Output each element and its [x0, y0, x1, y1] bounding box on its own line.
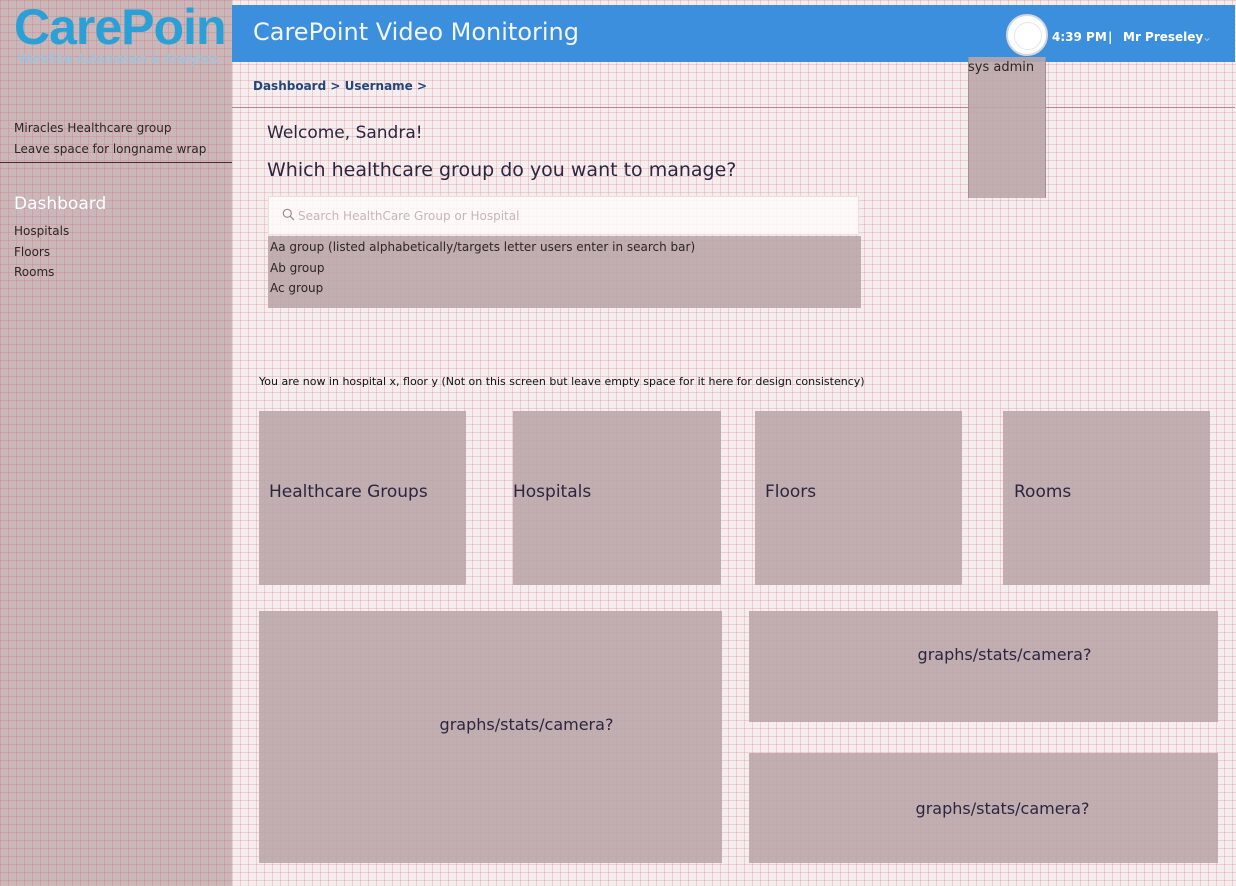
- sidebar-item-floors[interactable]: Floors: [14, 245, 50, 259]
- tile-floors[interactable]: Floors: [755, 411, 962, 585]
- page-question: Which healthcare group do you want to ma…: [267, 159, 737, 181]
- sidebar-item-hospitals[interactable]: Hospitals: [14, 224, 69, 238]
- header-separator: |: [1108, 30, 1113, 44]
- panel-placeholder-label: graphs/stats/camera?: [917, 645, 1092, 664]
- panel-placeholder-label: graphs/stats/camera?: [915, 799, 1090, 818]
- app-title: CarePoint Video Monitoring: [253, 18, 580, 46]
- sidebar-item-dashboard[interactable]: Dashboard: [14, 194, 106, 214]
- location-status-note: You are now in hospital x, floor y (Not …: [259, 375, 865, 388]
- panel-placeholder-label: graphs/stats/camera?: [439, 715, 614, 734]
- current-group-name-wrap-note: Leave space for longname wrap: [14, 142, 207, 156]
- user-role-dropdown[interactable]: [968, 57, 1046, 198]
- current-group-name: Miracles Healthcare group: [14, 121, 172, 135]
- search-results-list: Aa group (listed alphabetically/targets …: [268, 236, 861, 308]
- tile-label: Healthcare Groups: [269, 482, 428, 502]
- role-option-sys-admin[interactable]: sys admin: [968, 60, 1034, 75]
- carepoint-logo[interactable]: CarePoint: [14, 2, 224, 52]
- current-time: 4:39 PM: [1052, 30, 1107, 44]
- stats-panel-bottom-right: graphs/stats/camera?: [749, 753, 1218, 863]
- logo-tagline: Workflow Automation & Analytics: [18, 52, 219, 66]
- tile-label: Floors: [765, 482, 817, 502]
- sidebar-divider: [0, 162, 232, 163]
- chevron-down-icon[interactable]: ⌄: [1202, 30, 1212, 44]
- list-item[interactable]: Ac group: [270, 281, 323, 295]
- list-item[interactable]: Ab group: [270, 261, 325, 275]
- avatar[interactable]: [1006, 14, 1048, 56]
- search-icon: [282, 208, 295, 221]
- breadcrumb[interactable]: Dashboard > Username >: [253, 79, 427, 93]
- tile-label: Hospitals: [513, 482, 592, 502]
- search-input[interactable]: [298, 199, 853, 232]
- tile-rooms[interactable]: Rooms: [1003, 411, 1210, 585]
- tile-label: Rooms: [1014, 482, 1072, 502]
- tile-hospitals[interactable]: Hospitals: [513, 411, 721, 585]
- welcome-message: Welcome, Sandra!: [267, 123, 423, 143]
- user-menu-name[interactable]: Mr Preseley: [1123, 30, 1203, 44]
- list-item[interactable]: Aa group (listed alphabetically/targets …: [270, 240, 695, 254]
- tile-healthcare-groups[interactable]: Healthcare Groups: [259, 411, 466, 585]
- stats-panel-large: graphs/stats/camera?: [259, 611, 722, 863]
- sidebar-item-rooms[interactable]: Rooms: [14, 265, 54, 279]
- stats-panel-top-right: graphs/stats/camera?: [749, 611, 1218, 722]
